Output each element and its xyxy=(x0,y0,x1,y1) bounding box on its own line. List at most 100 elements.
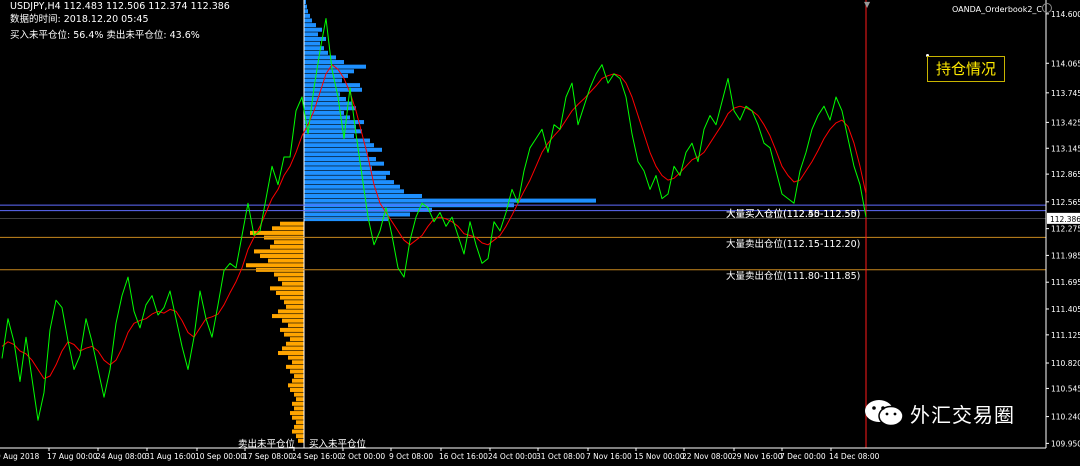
buy-bar xyxy=(304,175,386,180)
x-tick-label: 16 Oct 16:00 xyxy=(439,452,488,461)
sell-bar xyxy=(292,378,304,383)
current-time-marker-icon: ▼ xyxy=(864,0,871,9)
sell-bar xyxy=(246,263,304,268)
buy-bar xyxy=(304,32,318,37)
y-tick-label: 110.545 xyxy=(1051,384,1080,393)
y-tick-label: 111.405 xyxy=(1051,305,1080,314)
sell-bar xyxy=(280,295,304,300)
sell-bar xyxy=(294,424,304,429)
position-ratio: 买入未平仓位: 56.4% 卖出未平仓位: 43.6% xyxy=(10,30,200,41)
level-label: 大量卖出仓位(112.15-112.20) xyxy=(726,239,861,251)
x-axis: 9 Aug 2018 17 Aug 00:0024 Aug 08:0031 Aug… xyxy=(0,448,880,461)
sellers-label: 卖出未平仓位 xyxy=(238,439,296,450)
position-badge[interactable]: 持仓情况 xyxy=(927,56,1005,82)
sell-bar xyxy=(296,434,304,439)
sell-bar xyxy=(294,406,304,411)
buy-bar xyxy=(304,193,422,198)
buy-bar xyxy=(304,180,394,185)
y-tick-label: 113.145 xyxy=(1051,144,1080,153)
buy-bar xyxy=(304,138,370,143)
sell-bar xyxy=(282,318,304,323)
x-tick-label: 29 Nov 16:00 xyxy=(732,452,783,461)
sell-bar xyxy=(272,226,304,231)
wechat-icon xyxy=(865,400,904,427)
buy-bar xyxy=(304,143,374,148)
sell-bar xyxy=(284,332,304,337)
y-axis: 114.600 114.065 113.745 113.425 113.145 112.8… xyxy=(1046,10,1080,448)
sell-bar xyxy=(292,401,304,406)
sell-bar xyxy=(270,244,304,249)
level-label: 大量买入仓位(112.45-112.50) xyxy=(726,208,861,220)
sell-bar xyxy=(292,360,304,365)
sell-bar xyxy=(260,254,304,259)
sell-bar xyxy=(254,249,304,254)
x-tick-label: 15 Nov 00:00 xyxy=(634,452,685,461)
level-label: 大量卖出仓位(111.80-111.85) xyxy=(726,270,861,282)
sell-bar xyxy=(296,420,304,425)
x-tick-label: 2 Oct 00:00 xyxy=(341,452,385,461)
buy-bar xyxy=(304,92,340,97)
buy-bar xyxy=(304,83,360,88)
buy-bar xyxy=(304,212,410,217)
price-chart: 114.600 114.065 113.745 113.425 113.145 112.8… xyxy=(0,0,1080,461)
buy-bar xyxy=(304,161,384,166)
chart-area: 114.600 114.065 113.745 113.425 113.145 112.8… xyxy=(0,0,1080,462)
x-tick-label: 10 Sep 00:00 xyxy=(195,452,245,461)
sell-bar xyxy=(288,323,304,328)
chart-frame xyxy=(0,0,1047,449)
chevron-down-icon[interactable] xyxy=(1042,3,1052,13)
buy-bar xyxy=(304,198,596,203)
y-tick-label: 113.745 xyxy=(1051,89,1080,98)
watermark-text: 外汇交易圈 xyxy=(910,402,1015,427)
buy-bar xyxy=(304,50,328,55)
buy-bar xyxy=(304,184,400,189)
buy-bar xyxy=(304,87,362,92)
buy-bar xyxy=(304,13,310,18)
y-tick-label: 110.820 xyxy=(1051,359,1080,368)
x-tick-label: 7 Dec 00:00 xyxy=(780,452,826,461)
x-tick-label: 14 Dec 08:00 xyxy=(829,452,880,461)
sell-bar xyxy=(280,327,304,332)
sell-bar xyxy=(290,387,304,392)
sell-bar xyxy=(286,304,304,309)
buy-bar xyxy=(304,207,432,212)
sell-bar xyxy=(282,346,304,351)
sell-bar xyxy=(290,369,304,374)
indicator-name: OANDA_Orderbook2_C xyxy=(951,5,1042,14)
y-tick-label: 109.950 xyxy=(1051,439,1080,448)
y-tick-label: 111.125 xyxy=(1051,331,1080,340)
buy-bar xyxy=(304,18,312,23)
x-tick-label: 31 Aug 16:00 xyxy=(145,452,196,461)
y-tick-label: 112.565 xyxy=(1051,198,1080,207)
x-tick-label: 17 Sep 08:00 xyxy=(243,452,293,461)
x-tick-label: 17 Aug 00:00 xyxy=(47,452,98,461)
buy-bar xyxy=(304,60,344,65)
y-tick-label: 110.240 xyxy=(1051,413,1080,422)
sell-bar xyxy=(298,438,304,443)
y-tick-label: 111.695 xyxy=(1051,278,1080,287)
sell-bar xyxy=(278,351,304,356)
buy-bar xyxy=(304,157,376,162)
sell-bar xyxy=(272,314,304,319)
x-tick-label: 22 Nov 08:00 xyxy=(682,452,733,461)
order-book-histogram xyxy=(246,0,596,448)
buy-bar xyxy=(304,110,344,115)
x-tick-label: 7 Nov 16:00 xyxy=(586,452,632,461)
y-tick-label: 114.600 xyxy=(1051,10,1080,19)
x-tick-label: 24 Oct 00:00 xyxy=(488,452,537,461)
sell-bar xyxy=(290,411,304,416)
sell-bar xyxy=(294,374,304,379)
sell-bar xyxy=(276,290,304,295)
sell-bar xyxy=(288,355,304,360)
sell-bar xyxy=(278,277,304,282)
buy-bar xyxy=(304,166,372,171)
sell-bar xyxy=(274,272,304,277)
current-price-tag: 112.386 xyxy=(1050,215,1080,224)
watermark: 外汇交易圈 xyxy=(862,398,1015,428)
y-tick-label: 111.985 xyxy=(1051,251,1080,260)
x-tick-label: 31 Oct 08:00 xyxy=(536,452,585,461)
buy-bar xyxy=(304,133,354,138)
symbol-header: USDJPY,H4 112.483 112.506 112.374 112.38… xyxy=(10,1,230,12)
sell-bar xyxy=(286,364,304,369)
buy-bar xyxy=(304,96,346,102)
